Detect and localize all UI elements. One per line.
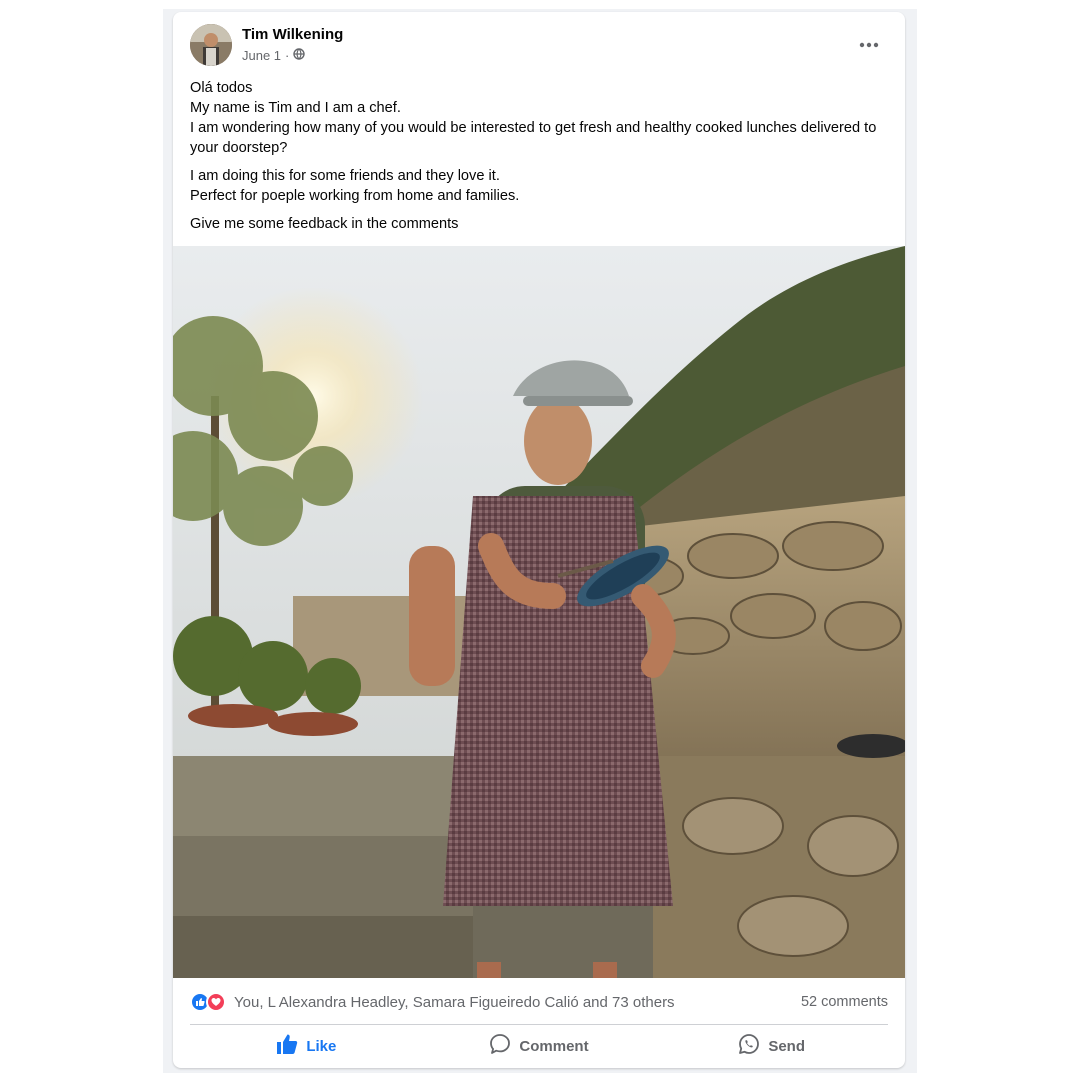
like-button[interactable]: Like bbox=[190, 1029, 423, 1063]
post-date[interactable]: June 1 bbox=[242, 48, 281, 63]
reactors-list[interactable]: You, L Alexandra Headley, Samara Figueir… bbox=[234, 994, 675, 1011]
post-photo[interactable] bbox=[173, 246, 905, 978]
post-paragraph: Give me some feedback in the comments bbox=[190, 214, 880, 234]
like-label: Like bbox=[306, 1037, 337, 1055]
comment-bubble-icon bbox=[489, 1033, 511, 1059]
author-name[interactable]: Tim Wilkening bbox=[242, 26, 343, 43]
thumbs-up-icon bbox=[276, 1033, 298, 1059]
reactions-summary[interactable]: You, L Alexandra Headley, Samara Figueir… bbox=[190, 988, 888, 1016]
actions-divider bbox=[190, 1024, 888, 1025]
love-reaction-icon bbox=[206, 992, 226, 1012]
whatsapp-icon bbox=[738, 1033, 760, 1059]
post-meta: June 1 · bbox=[242, 48, 306, 63]
post-line: Give me some feedback in the comments bbox=[190, 216, 459, 232]
post-paragraph: Olá todos My name is Tim and I am a chef… bbox=[190, 78, 880, 158]
post-line: My name is Tim and I am a chef. bbox=[190, 100, 401, 116]
send-button[interactable]: Send bbox=[655, 1029, 888, 1063]
more-horizontal-icon bbox=[859, 35, 879, 53]
post-paragraph: I am doing this for some friends and the… bbox=[190, 166, 880, 206]
post-actions: Like Comment Send bbox=[190, 1029, 888, 1063]
post-line: Olá todos bbox=[190, 80, 253, 96]
globe-icon[interactable] bbox=[293, 48, 306, 63]
author-avatar[interactable] bbox=[190, 24, 232, 66]
reaction-icons bbox=[190, 992, 226, 1012]
post-header: Tim Wilkening June 1 · bbox=[173, 12, 905, 76]
post-line: I am wondering how many of you would be … bbox=[190, 120, 877, 156]
send-label: Send bbox=[768, 1037, 806, 1055]
post-text: Olá todos My name is Tim and I am a chef… bbox=[190, 78, 880, 242]
comment-label: Comment bbox=[519, 1037, 589, 1055]
comments-count[interactable]: 52 comments bbox=[801, 994, 888, 1010]
post-line: Perfect for poeple working from home and… bbox=[190, 188, 520, 204]
meta-separator: · bbox=[285, 48, 290, 63]
post-line: I am doing this for some friends and the… bbox=[190, 168, 500, 184]
post-card: Tim Wilkening June 1 · Olá todos My name… bbox=[173, 12, 905, 1068]
more-options-button[interactable] bbox=[849, 32, 889, 56]
comment-button[interactable]: Comment bbox=[423, 1029, 656, 1063]
